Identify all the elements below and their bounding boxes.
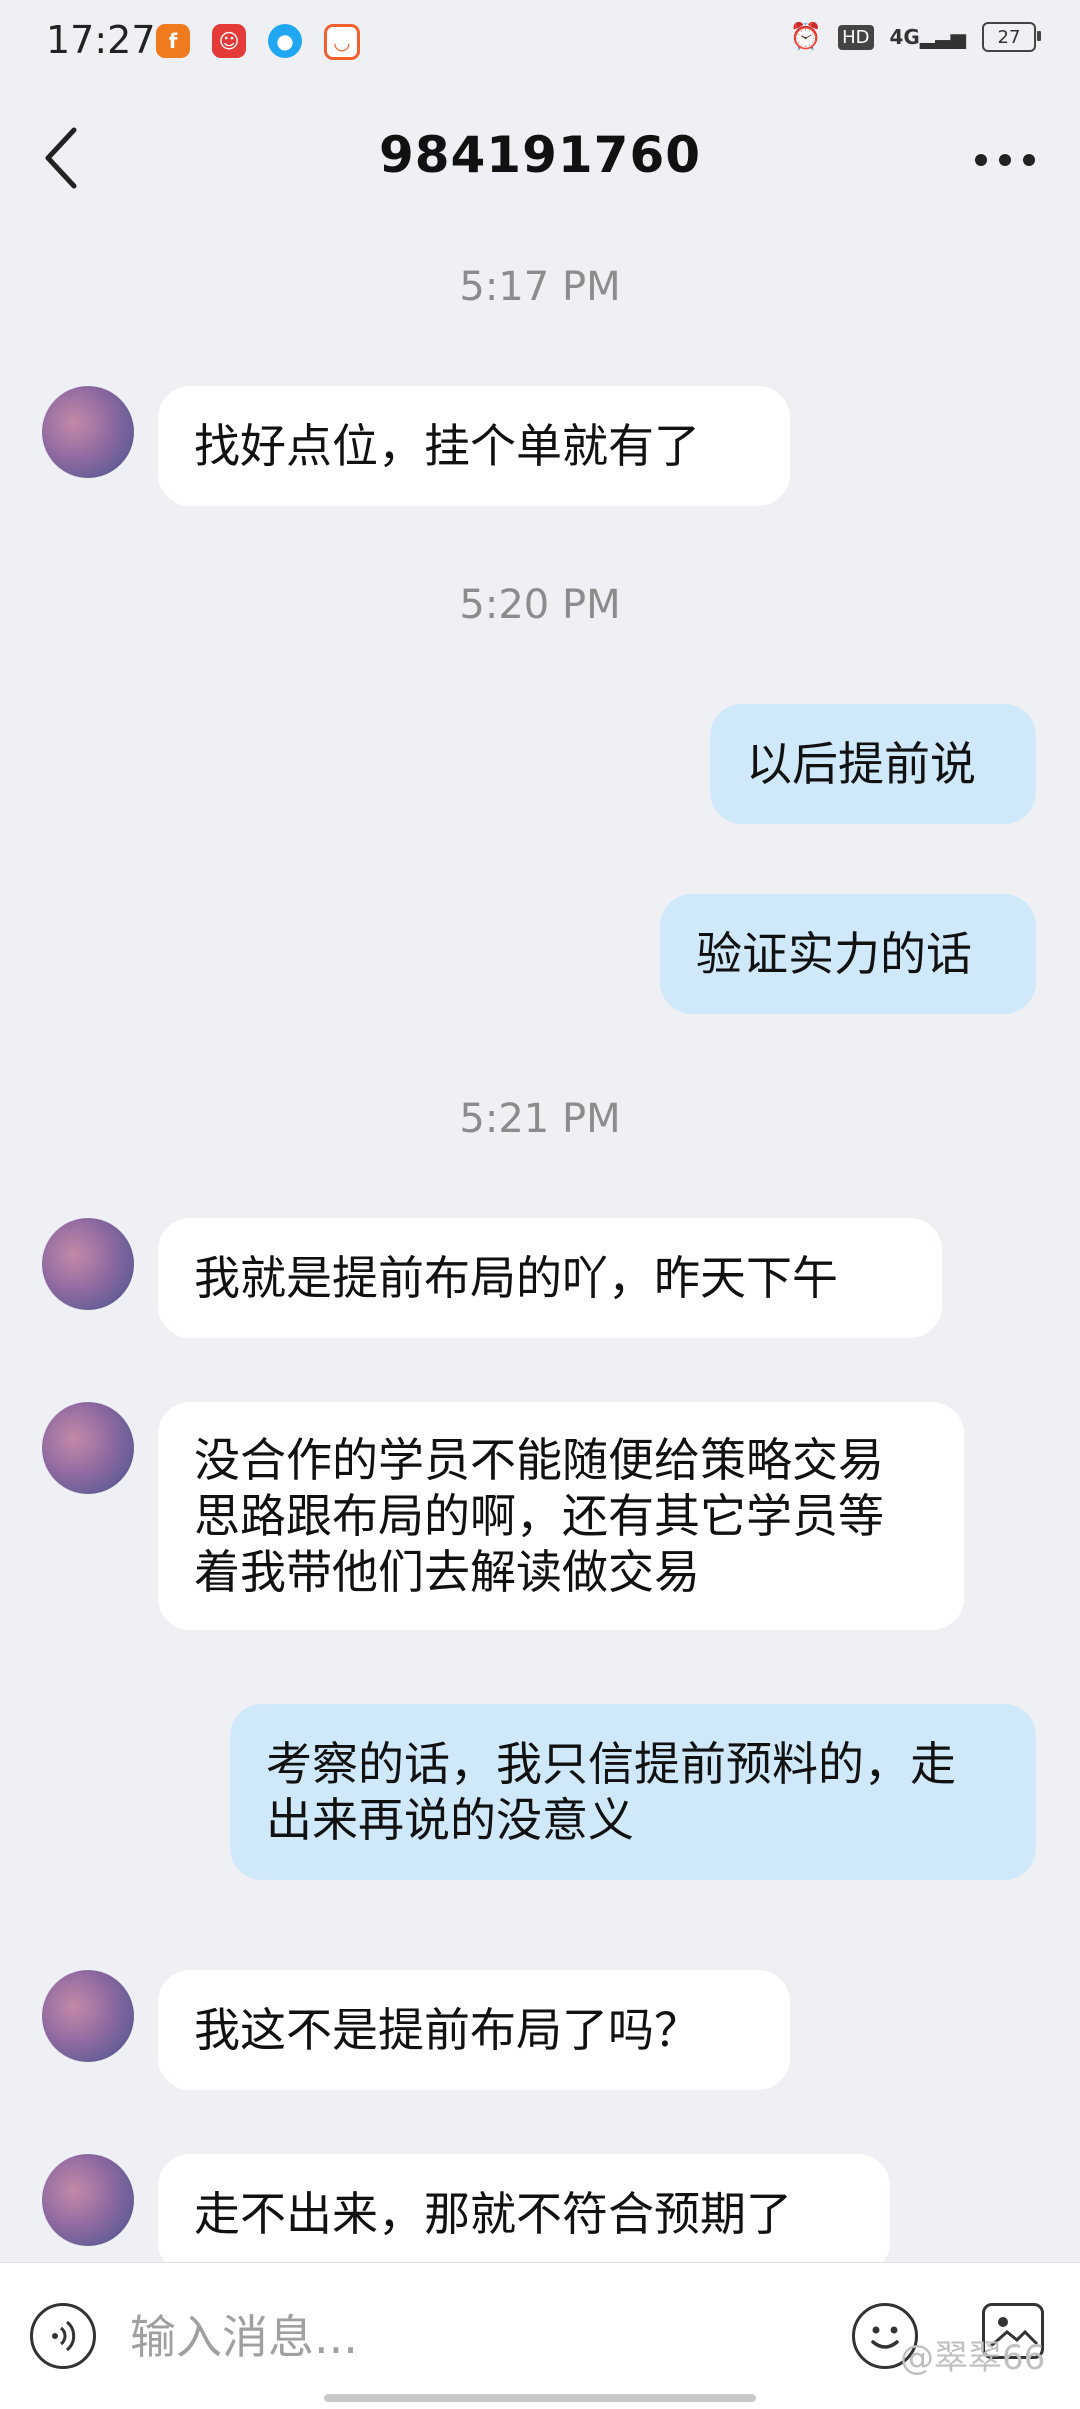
status-time: 17:27 — [46, 18, 156, 62]
outgoing-message[interactable]: 验证实力的话 — [660, 894, 1036, 1014]
outgoing-message[interactable]: 以后提前说 — [710, 704, 1036, 824]
chat-app-icon: ◡ — [324, 24, 360, 60]
message-input[interactable] — [128, 2301, 782, 2373]
battery-icon: 27 — [982, 22, 1041, 52]
avatar[interactable] — [42, 2154, 134, 2246]
avatar[interactable] — [42, 1402, 134, 1494]
incoming-message[interactable]: 走不出来，那就不符合预期了 — [158, 2154, 890, 2274]
status-bar: 17:27 f ☺ ● ◡ ⏰ HD 4G▂▃▅ 27 — [0, 0, 1080, 84]
voice-icon — [52, 2320, 76, 2352]
avatar[interactable] — [42, 1218, 134, 1310]
time-label: 5:20 PM — [459, 582, 621, 628]
more-options-button[interactable] — [960, 124, 1050, 196]
outgoing-message[interactable]: 考察的话，我只信提前预料的，走出来再说的没意义 — [230, 1704, 1036, 1880]
fire-app-icon: f — [156, 24, 190, 58]
avatar[interactable] — [42, 1970, 134, 2062]
penguin-app-icon: ● — [268, 24, 302, 58]
time-label: 5:21 PM — [459, 1096, 621, 1142]
mascot-app-icon: ☺ — [212, 24, 246, 58]
incoming-message[interactable]: 我就是提前布局的吖，昨天下午 — [158, 1218, 942, 1338]
chat-header: 984191760 — [0, 84, 1080, 234]
home-indicator[interactable] — [324, 2394, 756, 2402]
incoming-message[interactable]: 找好点位，挂个单就有了 — [158, 386, 790, 506]
chat-title: 984191760 — [378, 126, 702, 184]
watermark: @翠翠66 — [900, 2338, 1046, 2378]
more-icon — [975, 154, 987, 166]
signal-icon: 4G▂▃▅ — [889, 25, 967, 49]
alarm-icon: ⏰ — [789, 22, 823, 52]
system-icons: ⏰ HD 4G▂▃▅ 27 — [789, 22, 1041, 52]
incoming-message[interactable]: 我这不是提前布局了吗？ — [158, 1970, 790, 2090]
notification-icons: f ☺ ● ◡ — [156, 24, 360, 60]
voice-button[interactable] — [30, 2303, 96, 2369]
hd-icon: HD — [838, 24, 874, 50]
avatar[interactable] — [42, 386, 134, 478]
time-label: 5:17 PM — [459, 264, 621, 310]
incoming-message[interactable]: 没合作的学员不能随便给策略交易思路跟布局的啊，还有其它学员等着我带他们去解读做交… — [158, 1402, 964, 1630]
